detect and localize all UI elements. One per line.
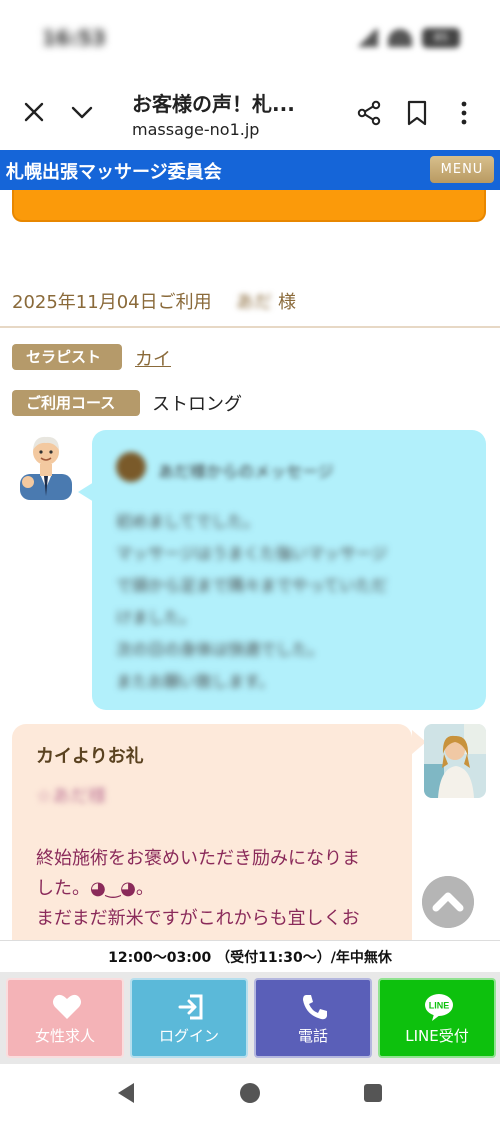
review-date: 2025年11月04日ご利用 — [12, 292, 212, 313]
customer-honorific: 様 — [278, 292, 296, 313]
site-name[interactable]: 札幌出張マッサージ委員会 — [6, 158, 222, 184]
share-icon[interactable] — [356, 100, 382, 126]
more-vert-icon[interactable] — [458, 100, 470, 126]
line-button[interactable]: LINE LINE受付 — [378, 978, 496, 1058]
bookmark-icon[interactable] — [406, 100, 428, 126]
login-label: ログイン — [158, 1027, 219, 1045]
phone-button[interactable]: 電話 — [254, 978, 372, 1058]
nav-recents-icon[interactable] — [364, 1084, 382, 1102]
heart-icon — [53, 994, 81, 1019]
reply-line: した。◕‿◕。 — [36, 878, 154, 899]
reply-line: まだまだ新米ですがこれからも宜しくお — [36, 908, 360, 929]
wifi-icon — [388, 29, 412, 47]
customer-icon — [116, 452, 146, 482]
site-header: 札幌出張マッサージ委員会 MENU — [0, 150, 500, 190]
status-icons: 85 — [356, 28, 460, 48]
reply-title: カイよりお礼 — [36, 746, 144, 767]
page: 16:53 85 お客様の声！札... massage-no1.jp 札幌出張マ… — [0, 0, 500, 1122]
status-bar: 16:53 85 — [0, 0, 500, 80]
browser-toolbar: お客様の声！札... massage-no1.jp — [0, 80, 500, 150]
svg-text:LINE: LINE — [429, 1001, 450, 1011]
recruit-button[interactable]: 女性求人 — [6, 978, 124, 1058]
customer-name: あだ — [236, 292, 272, 313]
message-line: またお願い致します。 — [116, 672, 275, 691]
message-body: 初めましてでした。 マッサージはうまくた強いマッサージ で頭から足まで隅々までや… — [116, 506, 466, 698]
line-icon: LINE — [425, 994, 453, 1021]
login-button[interactable]: ログイン — [130, 978, 248, 1058]
battery-icon: 85 — [422, 28, 460, 48]
orange-banner[interactable] — [12, 190, 486, 222]
therapist-link[interactable]: カイ — [135, 345, 171, 371]
nav-back-icon[interactable] — [116, 1082, 136, 1104]
business-hours: 12:00〜03:00 （受付11:30〜）/年中無休 — [0, 940, 500, 972]
divider — [0, 326, 500, 328]
message-line: マッサージはうまくた強いマッサージ — [116, 544, 388, 563]
line-label: LINE受付 — [405, 1027, 469, 1045]
scroll-to-top-button[interactable] — [422, 876, 474, 928]
close-icon[interactable] — [22, 100, 46, 124]
reply-recipient: ☆あだ様 — [36, 786, 107, 807]
reply-body: 終始施術をお褒めいただき励みになりま した。◕‿◕。 まだまだ新米ですがこれから… — [36, 844, 396, 934]
message-line: 初めましてでした。 — [116, 512, 260, 531]
nav-home-icon[interactable] — [240, 1083, 260, 1103]
page-title: お客様の声！札... — [132, 92, 295, 116]
course-value: ストロング — [152, 394, 242, 415]
message-header: あだ様からのメッセージ — [158, 462, 334, 481]
login-icon — [178, 994, 203, 1020]
reply-line: 終始施術をお褒めいただき励みになりま — [36, 848, 360, 869]
message-line: で頭から足まで隅々までやっていただ — [116, 576, 388, 595]
phone-icon — [303, 995, 327, 1020]
signal-icon — [356, 29, 378, 47]
message-line: 次の日の身体は快適でした。 — [116, 640, 325, 659]
phone-label: 電話 — [297, 1027, 328, 1045]
status-time: 16:53 — [42, 26, 106, 50]
chevron-down-icon[interactable] — [70, 100, 94, 124]
footer-buttons: 女性求人 ログイン 電話 LINE LINE受付 — [0, 972, 500, 1064]
therapist-avatar[interactable] — [424, 724, 486, 798]
therapist-tag: セラピスト — [12, 344, 122, 370]
customer-avatar — [20, 436, 72, 500]
menu-button[interactable]: MENU — [430, 156, 494, 183]
page-url[interactable]: massage-no1.jp — [132, 120, 259, 139]
system-nav-bar — [0, 1064, 500, 1122]
course-tag: ご利用コース — [12, 390, 140, 416]
recruit-label: 女性求人 — [34, 1027, 95, 1045]
message-line: けました。 — [116, 608, 197, 627]
